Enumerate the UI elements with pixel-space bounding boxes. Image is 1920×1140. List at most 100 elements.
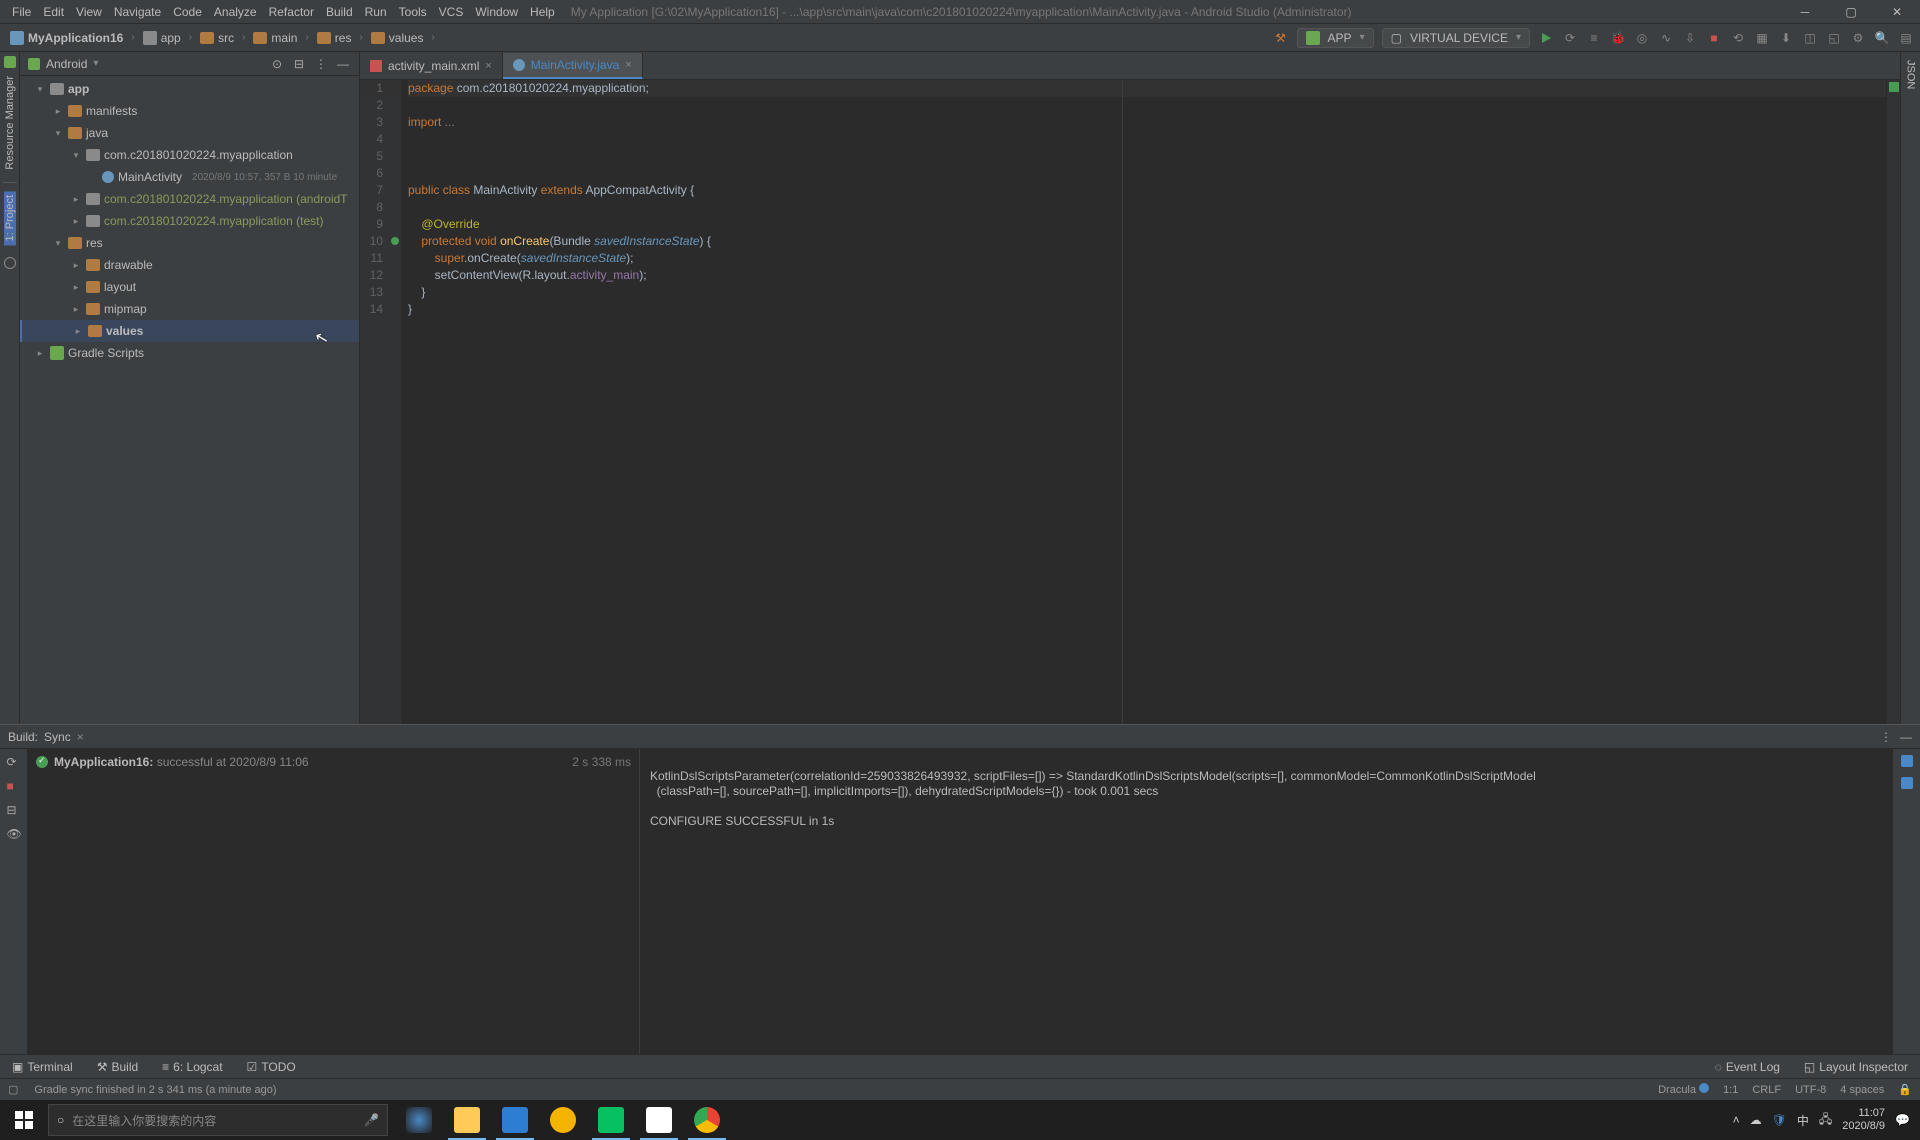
todo-tool[interactable]: ☑TODO	[243, 1060, 300, 1074]
tree-pkg1[interactable]: ▾com.c201801020224.myapplication	[20, 144, 359, 166]
close-tab-icon[interactable]: ×	[485, 60, 491, 72]
stop-icon[interactable]: ■	[7, 779, 21, 793]
json-tool[interactable]: JSON	[1905, 56, 1917, 93]
menu-analyze[interactable]: Analyze	[208, 0, 263, 24]
resource-manager-button[interactable]: ◫	[1802, 30, 1818, 46]
start-button[interactable]	[0, 1100, 48, 1140]
attach-debugger-button[interactable]: ⇩	[1682, 30, 1698, 46]
menu-view[interactable]: View	[70, 0, 108, 24]
taskbar-wechat[interactable]	[588, 1100, 634, 1140]
select-opened-file-icon[interactable]: ⊙	[269, 56, 285, 72]
hide-icon[interactable]: —	[1900, 730, 1912, 744]
tree-res[interactable]: ▾res	[20, 232, 359, 254]
taskbar-search[interactable]: ○ 在这里输入你要搜索的内容 🎤	[48, 1104, 388, 1136]
build-console[interactable]: KotlinDslScriptsParameter(correlationId=…	[640, 749, 1892, 1054]
avd-manager-button[interactable]: ▦	[1754, 30, 1770, 46]
menu-refactor[interactable]: Refactor	[263, 0, 320, 24]
toggle-view-icon[interactable]: 👁	[7, 827, 21, 841]
menu-run[interactable]: Run	[359, 0, 393, 24]
taskbar-cortana[interactable]	[396, 1100, 442, 1140]
search-everywhere-button[interactable]: 🔍	[1874, 30, 1890, 46]
tree-manifests[interactable]: ▸manifests	[20, 100, 359, 122]
tool-windows-button[interactable]: ▤	[1898, 30, 1914, 46]
tree-pkg3[interactable]: ▸com.c201801020224.myapplication (test)	[20, 210, 359, 232]
tree-drawable[interactable]: ▸drawable	[20, 254, 359, 276]
indent-settings[interactable]: 4 spaces	[1840, 1084, 1884, 1096]
window-maximize[interactable]: ▢	[1828, 0, 1874, 24]
tray-network-icon[interactable]: 🖧	[1819, 1110, 1832, 1131]
project-view-mode[interactable]: Android	[46, 57, 87, 71]
run-button[interactable]	[1538, 30, 1554, 46]
project-tool[interactable]: 1: Project	[4, 191, 16, 245]
window-close[interactable]: ✕	[1874, 0, 1920, 24]
breadcrumb-app[interactable]: app	[139, 31, 185, 45]
readonly-lock-icon[interactable]: 🔒	[1898, 1083, 1912, 1096]
coverage-button[interactable]: ◎	[1634, 30, 1650, 46]
make-project-icon[interactable]: ⚒	[1273, 30, 1289, 46]
taskbar-android-studio[interactable]	[636, 1100, 682, 1140]
tab-main-activity-java[interactable]: MainActivity.java ×	[503, 53, 643, 79]
tree-mipmap[interactable]: ▸mipmap	[20, 298, 359, 320]
menu-code[interactable]: Code	[167, 0, 208, 24]
apply-changes-button[interactable]: ⟳	[1562, 30, 1578, 46]
profiler-button[interactable]: ∿	[1658, 30, 1674, 46]
collapse-all-icon[interactable]: ⊟	[291, 56, 307, 72]
menu-navigate[interactable]: Navigate	[108, 0, 167, 24]
tray-ime-icon[interactable]: 中	[1797, 1112, 1809, 1129]
taskbar-store[interactable]	[492, 1100, 538, 1140]
tree-layout[interactable]: ▸layout	[20, 276, 359, 298]
tree-app[interactable]: ▾app	[20, 78, 359, 100]
window-minimize[interactable]: ─	[1782, 0, 1828, 24]
debug-button[interactable]: 🐞	[1610, 30, 1626, 46]
menu-edit[interactable]: Edit	[37, 0, 70, 24]
menu-help[interactable]: Help	[524, 0, 561, 24]
commander-icon[interactable]	[4, 257, 16, 269]
restart-icon[interactable]: ⟳	[7, 755, 21, 769]
resource-manager-tool[interactable]: Resource Manager	[4, 72, 16, 174]
build-result-row[interactable]: MyApplication16: successful at 2020/8/9 …	[36, 755, 631, 769]
sync-gradle-button[interactable]: ⟲	[1730, 30, 1746, 46]
taskbar-app-yellow[interactable]	[540, 1100, 586, 1140]
logcat-tool[interactable]: ≡6: Logcat	[158, 1060, 226, 1074]
breadcrumb-project[interactable]: MyApplication16	[6, 31, 127, 45]
build-sync-tab[interactable]: Sync	[44, 730, 71, 744]
layout-inspector-button[interactable]: ◱	[1826, 30, 1842, 46]
scroll-to-end-icon[interactable]	[1901, 777, 1913, 789]
sdk-manager-button[interactable]: ⬇	[1778, 30, 1794, 46]
build-tool[interactable]: ⚒Build	[93, 1060, 142, 1074]
apply-code-changes-button[interactable]: ≡	[1586, 30, 1602, 46]
breadcrumb-main[interactable]: main	[249, 31, 301, 45]
settings-icon[interactable]: ⋮	[313, 56, 329, 72]
chevron-down-icon[interactable]: ▾	[93, 58, 98, 69]
close-tab-icon[interactable]: ×	[625, 59, 631, 71]
menu-window[interactable]: Window	[469, 0, 524, 24]
device-selector[interactable]: ▢ VIRTUAL DEVICE ▾	[1382, 28, 1530, 48]
tree-java[interactable]: ▾java	[20, 122, 359, 144]
tree-main-activity[interactable]: MainActivity2020/8/9 10:57, 357 B 10 min…	[20, 166, 359, 188]
resource-manager-stripe-icon[interactable]	[4, 56, 16, 68]
taskbar-chrome[interactable]	[684, 1100, 730, 1140]
filter-icon[interactable]: ⊟	[7, 803, 21, 817]
theme-indicator[interactable]: Dracula	[1658, 1083, 1709, 1096]
stop-button[interactable]: ■	[1706, 30, 1722, 46]
menu-vcs[interactable]: VCS	[433, 0, 470, 24]
menu-build[interactable]: Build	[320, 0, 359, 24]
tool-windows-quick-icon[interactable]: ▢	[8, 1083, 18, 1096]
mic-icon[interactable]: 🎤	[364, 1113, 379, 1127]
tree-values[interactable]: ▸values	[20, 320, 359, 342]
settings-icon[interactable]: ⋮	[1880, 730, 1892, 744]
tab-activity-main-xml[interactable]: activity_main.xml ×	[360, 53, 503, 79]
tray-overflow-icon[interactable]: ˄	[1733, 1113, 1740, 1127]
tree-pkg2[interactable]: ▸com.c201801020224.myapplication (androi…	[20, 188, 359, 210]
soft-wrap-icon[interactable]	[1901, 755, 1913, 767]
tray-onedrive-icon[interactable]: ☁	[1750, 1113, 1762, 1127]
terminal-tool[interactable]: ▣Terminal	[8, 1060, 77, 1074]
hide-icon[interactable]: —	[335, 56, 351, 72]
close-icon[interactable]: ×	[77, 730, 84, 744]
code-editor[interactable]: package com.c201801020224.myapplication;…	[402, 80, 1886, 724]
taskbar-explorer[interactable]	[444, 1100, 490, 1140]
caret-position[interactable]: 1:1	[1723, 1084, 1738, 1096]
editor-scrollbar[interactable]	[1886, 80, 1900, 724]
tray-notifications-icon[interactable]: 💬	[1895, 1113, 1910, 1127]
run-config-selector[interactable]: APP ▾	[1297, 28, 1374, 48]
